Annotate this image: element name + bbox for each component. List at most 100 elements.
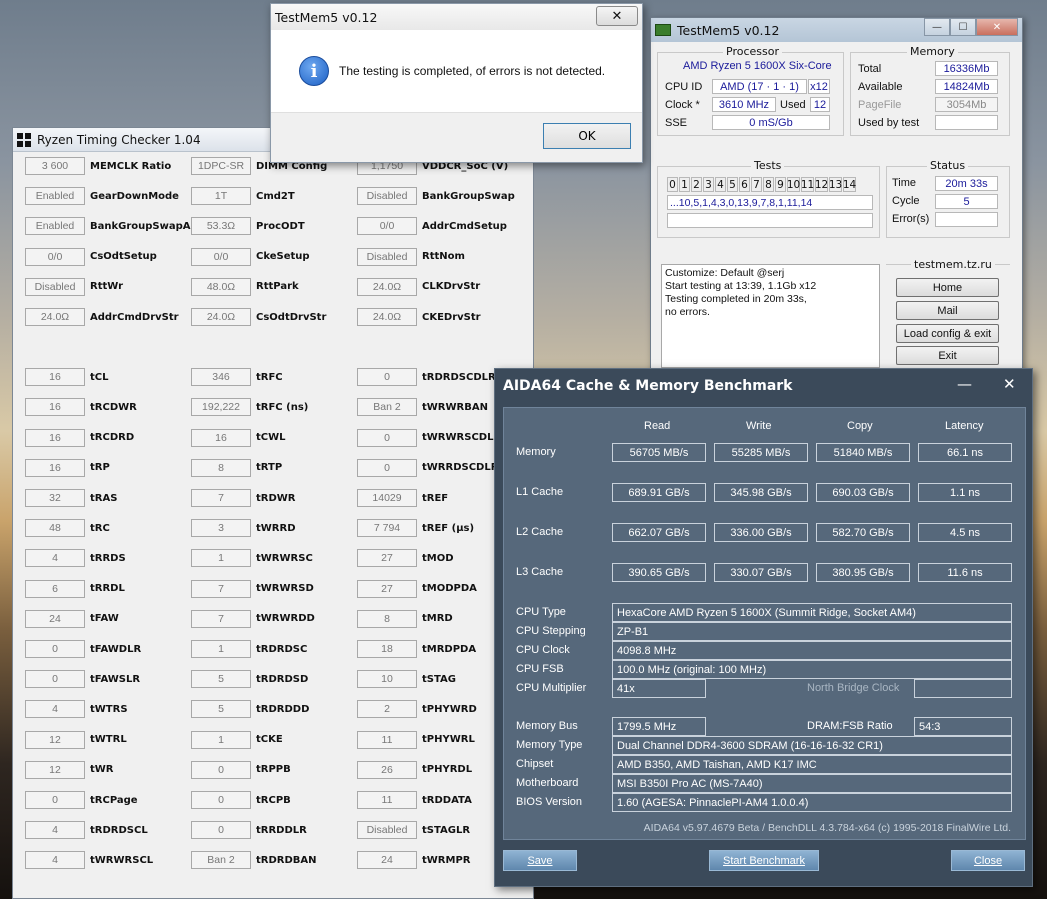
info-label-mobo: Motherboard <box>516 777 579 789</box>
timing-value: 4 <box>25 821 85 840</box>
timing-label: CLKDrvStr <box>422 281 481 293</box>
used-label: Used <box>780 99 806 111</box>
timing-label: AddrCmdDrvStr <box>90 311 179 323</box>
status-heading: Status <box>927 159 969 172</box>
timing-value: 24.0Ω <box>25 308 85 326</box>
start-benchmark-button[interactable]: Start Benchmark <box>709 850 819 871</box>
aida-titlebar[interactable]: AIDA64 Cache & Memory Benchmark <box>495 369 1032 403</box>
timing-cell: 7 tWRWRSD <box>191 574 314 604</box>
bench-write-value: 330.07 GB/s <box>714 563 808 582</box>
timing-cell: 5 tRDRDSD <box>191 664 308 694</box>
test-number: 13 <box>828 177 843 192</box>
minimize-button[interactable]: — <box>924 18 950 36</box>
close-button[interactable]: ✕ <box>976 18 1018 36</box>
timing-label: RttNom <box>422 251 465 263</box>
time-value: 20m 33s <box>935 176 998 191</box>
dialog-close-button[interactable]: ✕ <box>596 6 638 26</box>
home-button[interactable]: Home <box>896 278 999 297</box>
bench-write-value: 55285 MB/s <box>714 443 808 462</box>
mail-button[interactable]: Mail <box>896 301 999 320</box>
timing-cell: 24 tWRMPR <box>357 845 471 875</box>
timing-value: 27 <box>357 579 417 598</box>
timing-cell: 346 tRFC <box>191 362 283 392</box>
timing-cell: 18 tMRDPDA <box>357 634 476 664</box>
aida-title: AIDA64 Cache & Memory Benchmark <box>503 378 793 394</box>
timing-value: 16 <box>191 428 251 447</box>
timing-label: tWRWRSCDLR <box>422 432 502 444</box>
test-sequence: ...10,5,1,4,3,0,13,9,7,8,1,11,14 <box>667 195 873 210</box>
timing-cell: Disabled RttNom <box>357 242 465 272</box>
bench-lat-value: 1.1 ns <box>918 483 1012 502</box>
ok-button[interactable]: OK <box>543 123 631 149</box>
info-value-chipset: AMD B350, AMD Taishan, AMD K17 IMC <box>612 755 1012 774</box>
timing-label: AddrCmdSetup <box>422 220 507 232</box>
test-number: 2 <box>691 177 702 192</box>
timing-cell: 4 tWTRS <box>25 694 128 724</box>
used-value: 12 <box>810 97 830 112</box>
timing-label: tCKE <box>256 734 283 746</box>
test-number: 12 <box>814 177 829 192</box>
timing-cell: 24.0Ω CsOdtDrvStr <box>191 302 326 332</box>
timing-cell: 53.3Ω ProcODT <box>191 211 305 241</box>
timing-cell: Disabled RttWr <box>25 272 123 302</box>
info-value-cpu-fsb: 100.0 MHz (original: 100 MHz) <box>612 660 1012 679</box>
thread-count: x12 <box>808 79 830 94</box>
exit-button[interactable]: Exit <box>896 346 999 365</box>
bench-copy-value: 51840 MB/s <box>816 443 910 462</box>
timing-value: 8 <box>191 458 251 477</box>
timing-value: Disabled <box>357 187 417 206</box>
test-log[interactable]: Customize: Default @serj Start testing a… <box>661 264 880 368</box>
timing-cell: 8 tRTP <box>191 453 282 483</box>
testmem5-completion-dialog: TestMem5 v0.12 ✕ i The testing is comple… <box>270 3 643 163</box>
time-label: Time <box>892 177 917 189</box>
timing-label: RttPark <box>256 281 299 293</box>
timing-value: 16 <box>25 398 85 417</box>
test-number: 9 <box>775 177 786 192</box>
timing-label: tRCDWR <box>90 401 137 413</box>
info-value-cpu-mult: 41x <box>612 679 706 698</box>
usedby-label: Used by test <box>858 117 920 129</box>
timing-cell: 10 tSTAG <box>357 664 456 694</box>
timing-label: tWRWRSCL <box>90 854 154 866</box>
log-line: Start testing at 13:39, 1.1Gb x12 <box>665 280 817 292</box>
timing-cell: 0 tRCPB <box>191 785 291 815</box>
tm-titlebar[interactable]: TestMem5 v0.12 — ☐ ✕ <box>651 18 1022 42</box>
timing-cell: 11 tPHYWRL <box>357 725 475 755</box>
timing-label: tWRWRDD <box>256 613 315 625</box>
timing-value: 27 <box>357 549 417 568</box>
info-value-mem-bus: 1799.5 MHz <box>612 717 706 736</box>
aida-footer: AIDA64 v5.97.4679 Beta / BenchDLL 4.3.78… <box>643 822 1011 834</box>
dialog-titlebar[interactable]: TestMem5 v0.12 ✕ <box>271 4 642 30</box>
test-progress <box>667 213 873 228</box>
timing-label: tMOD <box>422 552 454 564</box>
timing-cell: 1 tRDRDSC <box>191 634 307 664</box>
log-line: no errors. <box>665 306 710 318</box>
bench-row-label: Memory <box>516 446 556 458</box>
timing-cell: Ban 2 tWRWRBAN <box>357 392 488 422</box>
timing-label: tCWL <box>256 432 286 444</box>
timing-label: tWRMPR <box>422 854 471 866</box>
test-number: 11 <box>800 177 815 192</box>
site-link[interactable]: testmem.tz.ru <box>911 258 995 271</box>
timing-cell: 0/0 CkeSetup <box>191 242 310 272</box>
col-write: Write <box>746 420 772 432</box>
timing-label: tRC <box>90 522 110 534</box>
close-window-button[interactable]: Close <box>951 850 1025 871</box>
minimize-button[interactable]: — <box>957 375 972 393</box>
timing-value: 18 <box>357 640 417 658</box>
cpuid-value: AMD (17 · 1 · 1) <box>712 79 807 94</box>
load-config-exit-button[interactable]: Load config & exit <box>896 324 999 343</box>
timing-label: CKEDrvStr <box>422 311 481 323</box>
timing-label: ProcODT <box>256 220 305 232</box>
timing-value: 1 <box>191 640 251 658</box>
ryzen-timing-checker-window: Ryzen Timing Checker 1.04 3 600 MEMCLK Ra… <box>12 127 534 899</box>
save-button[interactable]: Save <box>503 850 577 871</box>
close-button[interactable]: ✕ <box>1003 375 1016 393</box>
maximize-button[interactable]: ☐ <box>950 18 976 36</box>
timing-cell: 5 tRDRDDD <box>191 694 309 724</box>
timing-value: 48 <box>25 519 85 538</box>
timing-label: tFAWSLR <box>90 673 141 685</box>
timing-value: 0 <box>357 368 417 387</box>
timing-label: tPHYWRD <box>422 703 477 715</box>
aida64-benchmark-window: AIDA64 Cache & Memory Benchmark — ✕ Read… <box>494 368 1033 887</box>
